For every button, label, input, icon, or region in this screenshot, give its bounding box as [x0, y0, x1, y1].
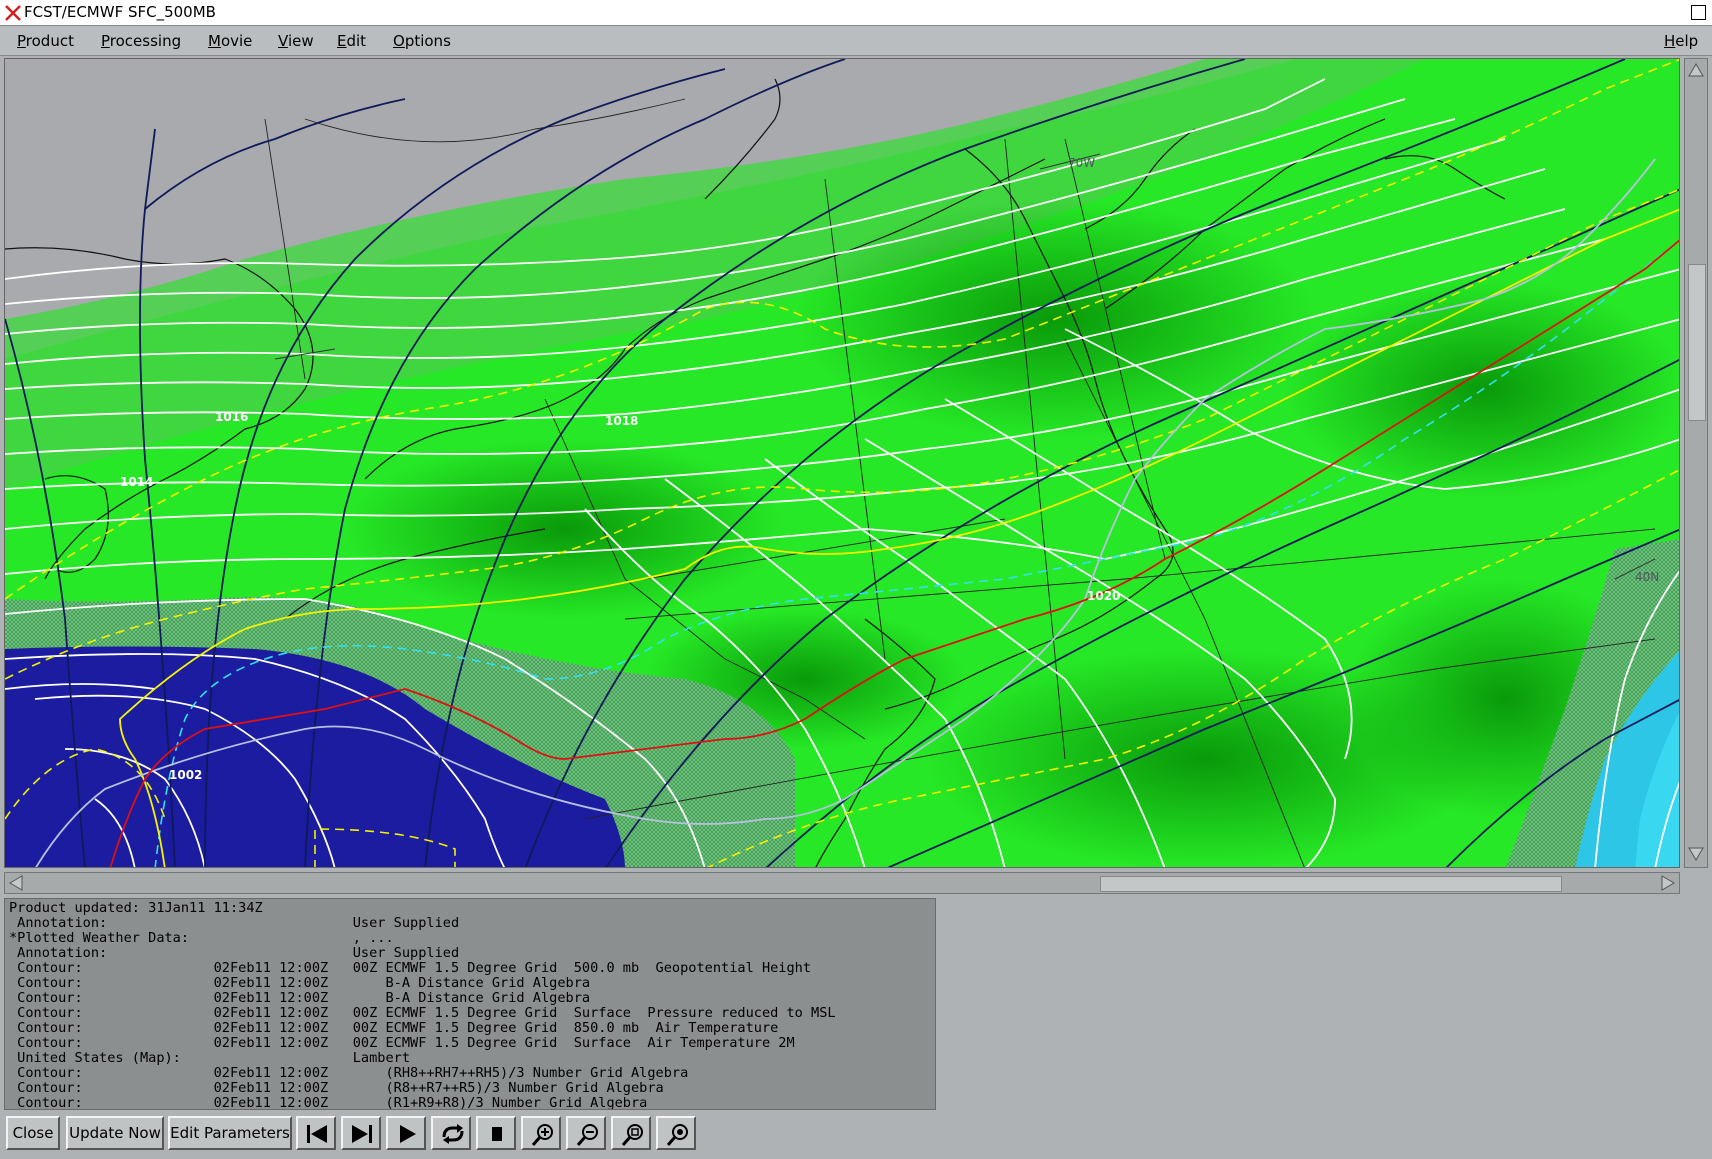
- play-icon: [400, 1125, 416, 1143]
- longitude-label-70w: 70W: [1068, 156, 1095, 170]
- zoom-reset-button[interactable]: [656, 1116, 696, 1150]
- weather-map: 1016 1018 1014 1002 1020 70W 40N: [5, 59, 1679, 867]
- zoom-box-button[interactable]: [611, 1116, 651, 1150]
- scroll-left-icon[interactable]: [8, 875, 24, 891]
- isobar-label-1020: 1020: [1087, 589, 1120, 603]
- latitude-label-40n: 40N: [1635, 570, 1659, 584]
- horizontal-scroll-thumb[interactable]: [1100, 876, 1562, 892]
- window-title: FCST/ECMWF SFC_500MB: [24, 3, 216, 21]
- edit-parameters-button[interactable]: Edit Parameters: [168, 1116, 292, 1150]
- info-line: Contour: 02Feb11 12:00Z (R1+R9+R8)/3 Num…: [9, 1095, 648, 1110]
- skip-back-button[interactable]: [296, 1116, 336, 1150]
- skip-forward-button[interactable]: [341, 1116, 381, 1150]
- menu-bar: Product Processing Movie View Edit Optio…: [0, 26, 1712, 56]
- info-line: Product updated: 31Jan11 11:34Z: [9, 900, 263, 916]
- info-line: Contour: 02Feb11 12:00Z (RH8++RH7++RH5)/…: [9, 1065, 689, 1081]
- play-button[interactable]: [386, 1116, 426, 1150]
- info-line: Contour: 02Feb11 12:00Z 00Z ECMWF 1.5 De…: [9, 1035, 795, 1051]
- product-info-panel: Product updated: 31Jan11 11:34Z Annotati…: [4, 898, 936, 1110]
- isobar-label-1002: 1002: [169, 768, 202, 782]
- scroll-down-icon[interactable]: [1688, 846, 1704, 862]
- stop-button[interactable]: [476, 1116, 516, 1150]
- zoom-in-icon: [531, 1124, 553, 1146]
- info-line: Contour: 02Feb11 12:00Z 00Z ECMWF 1.5 De…: [9, 1020, 779, 1036]
- info-line: Annotation: User Supplied: [9, 945, 460, 961]
- scroll-right-icon[interactable]: [1660, 875, 1676, 891]
- menu-processing[interactable]: Processing: [101, 32, 181, 50]
- title-bar: FCST/ECMWF SFC_500MB: [0, 0, 1712, 26]
- isobar-label-1014: 1014: [120, 475, 153, 489]
- info-line: Contour: 02Feb11 12:00Z (R8++R7++R5)/3 N…: [9, 1080, 664, 1096]
- menu-edit[interactable]: Edit: [337, 32, 366, 50]
- info-line: *Plotted Weather Data: , ...: [9, 930, 394, 946]
- vertical-scrollbar[interactable]: [1684, 58, 1708, 868]
- menu-help[interactable]: Help: [1664, 32, 1698, 50]
- info-line: Contour: 02Feb11 12:00Z 00Z ECMWF 1.5 De…: [9, 960, 812, 976]
- menu-options[interactable]: Options: [393, 32, 451, 50]
- close-button[interactable]: Close: [6, 1116, 60, 1150]
- skip-back-icon: [307, 1125, 327, 1143]
- vertical-scroll-thumb[interactable]: [1688, 264, 1706, 421]
- stop-icon: [492, 1127, 502, 1141]
- info-line: Contour: 02Feb11 12:00Z B-A Distance Gri…: [9, 990, 591, 1006]
- info-line: Contour: 02Feb11 12:00Z B-A Distance Gri…: [9, 975, 591, 991]
- menu-view[interactable]: View: [278, 32, 314, 50]
- scroll-up-icon[interactable]: [1688, 62, 1704, 78]
- map-display[interactable]: 1016 1018 1014 1002 1020 70W 40N: [4, 58, 1680, 868]
- horizontal-scrollbar[interactable]: [4, 872, 1680, 894]
- zoom-box-icon: [621, 1124, 643, 1146]
- app-x-icon: [5, 5, 21, 21]
- maximize-button[interactable]: [1691, 5, 1706, 20]
- zoom-reset-icon: [666, 1124, 688, 1146]
- isobar-label-1016: 1016: [215, 410, 248, 424]
- skip-forward-icon: [352, 1125, 372, 1143]
- zoom-out-icon: [576, 1124, 598, 1146]
- info-line: Annotation: User Supplied: [9, 915, 460, 931]
- zoom-out-button[interactable]: [566, 1116, 606, 1150]
- menu-movie[interactable]: Movie: [208, 32, 252, 50]
- menu-product[interactable]: Product: [17, 32, 74, 50]
- isobar-label-1018: 1018: [605, 414, 638, 428]
- info-line: United States (Map): Lambert: [9, 1050, 411, 1066]
- info-line: Contour: 02Feb11 12:00Z 00Z ECMWF 1.5 De…: [9, 1005, 836, 1021]
- zoom-in-button[interactable]: [521, 1116, 561, 1150]
- loop-icon: [442, 1124, 464, 1144]
- loop-button[interactable]: [431, 1116, 471, 1150]
- update-now-button[interactable]: Update Now: [66, 1116, 164, 1150]
